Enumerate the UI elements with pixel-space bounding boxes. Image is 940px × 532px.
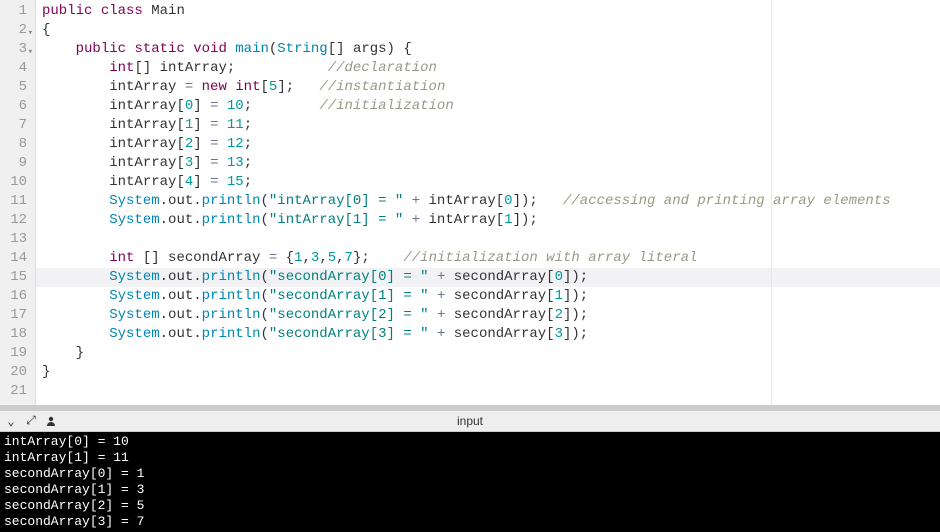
line-number: 6 [6,97,27,116]
code-line[interactable]: intArray[0] = 10; //initialization [36,97,940,116]
console-line: secondArray[0] = 1 [4,466,936,482]
line-number: 15 [6,268,27,287]
code-line[interactable]: intArray[3] = 13; [36,154,940,173]
code-line[interactable]: public static void main(String[] args) { [36,40,940,59]
console-line: intArray[0] = 10 [4,434,936,450]
input-tab-label[interactable]: input [457,414,483,428]
code-line[interactable]: System.out.println("secondArray[2] = " +… [36,306,940,325]
line-number: 5 [6,78,27,97]
code-line[interactable]: int[] intArray; //declaration [36,59,940,78]
fold-icon[interactable]: ▾ [28,43,33,62]
code-area[interactable]: public class Main{ public static void ma… [36,0,940,405]
fold-icon[interactable]: ▾ [28,24,33,43]
line-number: 18 [6,325,27,344]
code-line[interactable]: System.out.println("intArray[1] = " + in… [36,211,940,230]
expand-icon[interactable]: ⤢ [24,414,38,428]
collapse-icon[interactable]: ⌄ [4,414,18,428]
code-line[interactable]: } [36,363,940,382]
code-line[interactable]: intArray[2] = 12; [36,135,940,154]
line-number: 7 [6,116,27,135]
line-number: 16 [6,287,27,306]
code-editor[interactable]: 12▾3▾456789101112131415161718192021 publ… [0,0,940,405]
line-number: 19 [6,344,27,363]
console-line: secondArray[1] = 3 [4,482,936,498]
code-line[interactable]: } [36,344,940,363]
code-line[interactable]: System.out.println("intArray[0] = " + in… [36,192,940,211]
line-number: 4 [6,59,27,78]
line-number: 3▾ [6,40,27,59]
print-margin [771,0,772,405]
line-number: 14 [6,249,27,268]
line-number: 12 [6,211,27,230]
line-number: 20 [6,363,27,382]
code-line[interactable]: System.out.println("secondArray[1] = " +… [36,287,940,306]
code-line[interactable]: int [] secondArray = {1,3,5,7}; //initia… [36,249,940,268]
console-line: secondArray[3] = 7 [4,514,936,530]
line-number: 2▾ [6,21,27,40]
code-line[interactable] [36,230,940,249]
code-line[interactable]: System.out.println("secondArray[3] = " +… [36,325,940,344]
line-number: 1 [6,2,27,21]
line-number: 13 [6,230,27,249]
code-line[interactable]: intArray[1] = 11; [36,116,940,135]
code-line[interactable]: public class Main [36,2,940,21]
code-line[interactable]: System.out.println("secondArray[0] = " +… [36,268,940,287]
line-number: 10 [6,173,27,192]
console-line: secondArray[2] = 5 [4,498,936,514]
code-line[interactable]: intArray = new int[5]; //instantiation [36,78,940,97]
person-icon[interactable] [44,414,58,428]
line-number: 8 [6,135,27,154]
line-number: 11 [6,192,27,211]
line-number: 21 [6,382,27,401]
console-line: intArray[1] = 11 [4,450,936,466]
line-number: 17 [6,306,27,325]
code-line[interactable]: { [36,21,940,40]
console-toolbar: ⌄ ⤢ input [0,411,940,432]
line-gutter: 12▾3▾456789101112131415161718192021 [0,0,36,405]
code-line[interactable] [36,382,940,401]
line-number: 9 [6,154,27,173]
console-output[interactable]: intArray[0] = 10intArray[1] = 11secondAr… [0,432,940,532]
code-line[interactable]: intArray[4] = 15; [36,173,940,192]
